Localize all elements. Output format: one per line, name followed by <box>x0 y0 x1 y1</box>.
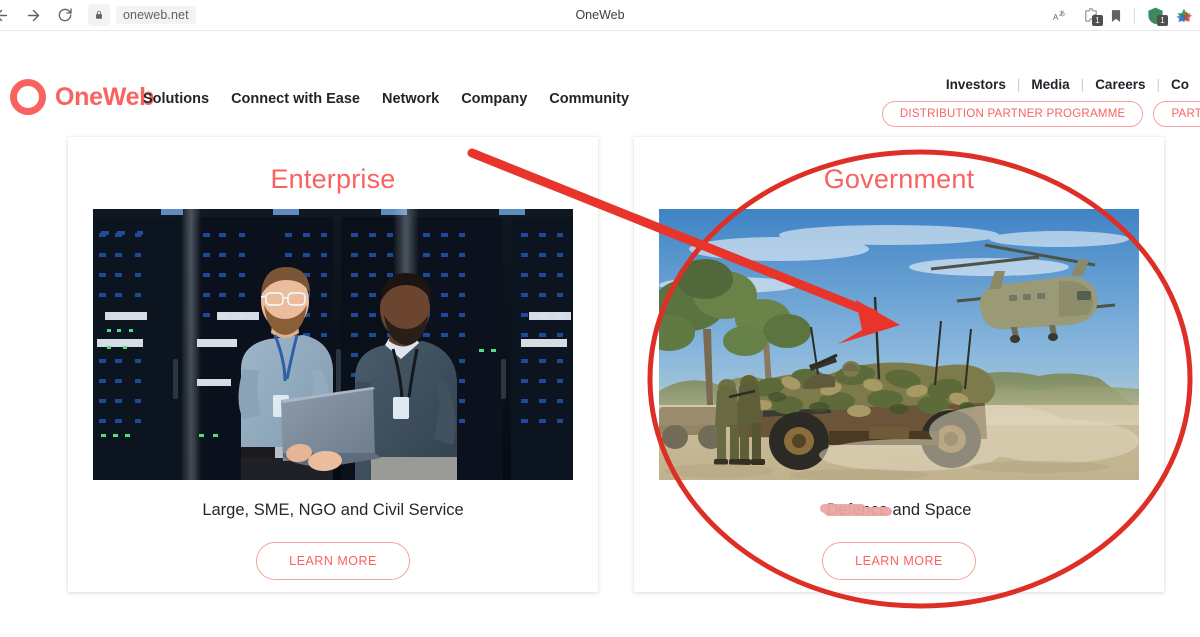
distribution-partner-programme-button[interactable]: DISTRIBUTION PARTNER PROGRAMME <box>881 101 1144 127</box>
oneweb-ring-icon <box>10 79 46 115</box>
address-bar[interactable]: oneweb.net <box>88 4 196 26</box>
utility-navigation: Investors | Media | Careers | Co <box>935 77 1200 92</box>
bookmark-icon[interactable] <box>1109 7 1123 25</box>
lock-icon[interactable] <box>88 4 110 26</box>
nav-item-network[interactable]: Network <box>382 91 439 107</box>
back-arrow-icon[interactable] <box>0 2 16 28</box>
browser-toolbar-icons: Aあ 1 1 <box>1053 0 1194 31</box>
browser-toolbar: oneweb.net OneWeb Aあ 1 1 <box>0 0 1200 31</box>
navigation-buttons <box>0 2 80 28</box>
oneweb-logo[interactable]: OneWeb <box>10 79 154 115</box>
util-nav-contact[interactable]: Co <box>1160 77 1200 92</box>
card-government[interactable]: Government Defence and Space LEARN MORE <box>634 137 1164 592</box>
nav-item-solutions[interactable]: Solutions <box>143 91 209 107</box>
primary-navigation: Solutions Connect with Ease Network Comp… <box>143 91 629 107</box>
pink-highlight-scribble <box>820 504 892 516</box>
card-caption-enterprise: Large, SME, NGO and Civil Service <box>202 501 464 519</box>
extensions-puzzle-icon[interactable]: 1 <box>1082 7 1103 26</box>
shield-extension-icon[interactable]: 1 <box>1146 6 1168 26</box>
toolbar-divider <box>1134 7 1135 24</box>
learn-more-button-government[interactable]: LEARN MORE <box>822 542 976 580</box>
card-enterprise[interactable]: Enterprise Large, SME, NGO and Civil Ser… <box>68 137 598 592</box>
card-title-enterprise: Enterprise <box>270 164 396 194</box>
partner-button[interactable]: PARTNER I <box>1153 101 1200 127</box>
card-caption-government: Defence and Space <box>826 501 972 519</box>
header-cta-buttons: DISTRIBUTION PARTNER PROGRAMME PARTNER I <box>881 101 1200 127</box>
forward-arrow-icon[interactable] <box>18 2 48 28</box>
nav-item-connect-with-ease[interactable]: Connect with Ease <box>231 91 360 107</box>
brand-name: OneWeb <box>55 82 155 111</box>
util-nav-investors[interactable]: Investors <box>935 77 1017 92</box>
learn-more-button-enterprise[interactable]: LEARN MORE <box>256 542 410 580</box>
url-text[interactable]: oneweb.net <box>116 6 196 24</box>
card-title-government: Government <box>823 164 975 194</box>
util-nav-careers[interactable]: Careers <box>1084 77 1156 92</box>
util-nav-media[interactable]: Media <box>1020 77 1080 92</box>
colorful-star-extension-icon[interactable] <box>1174 6 1194 26</box>
nav-item-community[interactable]: Community <box>549 91 629 107</box>
military-vehicle-helicopter-photo <box>659 209 1139 480</box>
nav-item-company[interactable]: Company <box>461 91 527 107</box>
site-header: OneWeb Solutions Connect with Ease Netwo… <box>0 31 1200 127</box>
extensions-badge-count: 1 <box>1092 14 1103 26</box>
svg-text:あ: あ <box>1059 10 1065 18</box>
translate-icon[interactable]: Aあ <box>1053 8 1073 23</box>
reload-icon[interactable] <box>50 2 80 28</box>
data-center-engineers-photo <box>93 209 573 480</box>
shield-badge-count: 1 <box>1157 15 1168 26</box>
